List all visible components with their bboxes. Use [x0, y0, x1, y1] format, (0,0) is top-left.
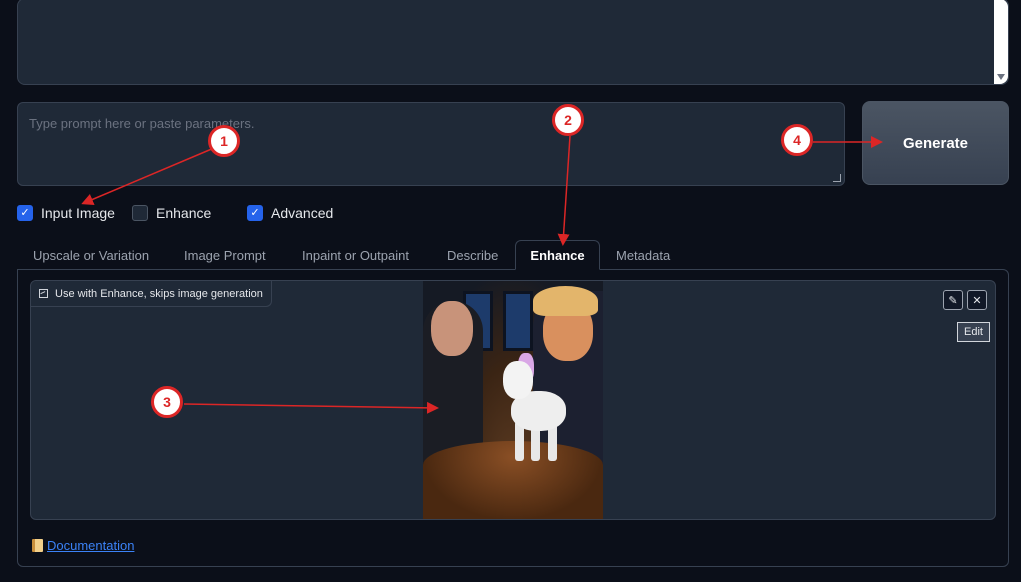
checkbox-label: Enhance — [156, 205, 212, 221]
photo-face-left — [431, 301, 473, 356]
tab-upscale-or-variation[interactable]: Upscale or Variation — [17, 240, 165, 270]
tab-image-prompt[interactable]: Image Prompt — [168, 240, 282, 270]
callout-3: 3 — [151, 386, 183, 418]
tab-metadata[interactable]: Metadata — [600, 240, 686, 270]
photo-unicorn-head — [503, 361, 533, 399]
callout-4: 4 — [781, 124, 813, 156]
uploaded-image — [423, 281, 603, 519]
resize-grip-icon[interactable] — [833, 174, 841, 182]
pencil-icon[interactable]: ✎ — [943, 290, 963, 310]
image-box-label: Use with Enhance, skips image generation — [31, 281, 272, 307]
documentation-link-row: Documentation — [32, 538, 134, 553]
photo-hair-right — [533, 286, 598, 316]
tab-describe[interactable]: Describe — [431, 240, 514, 270]
checkbox-checked-icon[interactable]: ✓ — [17, 205, 33, 221]
image-icon — [39, 289, 48, 298]
callout-2: 2 — [552, 104, 584, 136]
close-icon[interactable]: ✕ — [967, 290, 987, 310]
edit-tooltip: Edit — [957, 322, 990, 342]
documentation-link[interactable]: Documentation — [47, 538, 134, 553]
checkbox-label: Advanced — [271, 205, 334, 221]
input-image-checkbox[interactable]: ✓ Input Image — [17, 205, 115, 221]
scroll-down-icon[interactable] — [997, 74, 1005, 80]
scroll-icon — [32, 539, 43, 552]
top-text-area[interactable] — [17, 0, 1009, 85]
image-controls: ✎ ✕ — [943, 290, 987, 310]
checkbox-label: Input Image — [41, 205, 115, 221]
checkbox-unchecked-icon[interactable] — [132, 205, 148, 221]
callout-1: 1 — [208, 125, 240, 157]
prompt-input[interactable]: Type prompt here or paste parameters. — [17, 102, 845, 186]
advanced-checkbox[interactable]: ✓ Advanced — [247, 205, 333, 221]
photo-window — [503, 291, 533, 351]
photo-table — [423, 441, 603, 519]
tab-enhance[interactable]: Enhance — [515, 240, 600, 270]
checkbox-checked-icon[interactable]: ✓ — [247, 205, 263, 221]
generate-button[interactable]: Generate — [862, 101, 1009, 185]
scrollbar[interactable] — [994, 0, 1008, 84]
enhance-checkbox[interactable]: Enhance — [132, 205, 211, 221]
tab-inpaint-or-outpaint[interactable]: Inpaint or Outpaint — [286, 240, 425, 270]
image-box-label-text: Use with Enhance, skips image generation — [55, 287, 263, 300]
